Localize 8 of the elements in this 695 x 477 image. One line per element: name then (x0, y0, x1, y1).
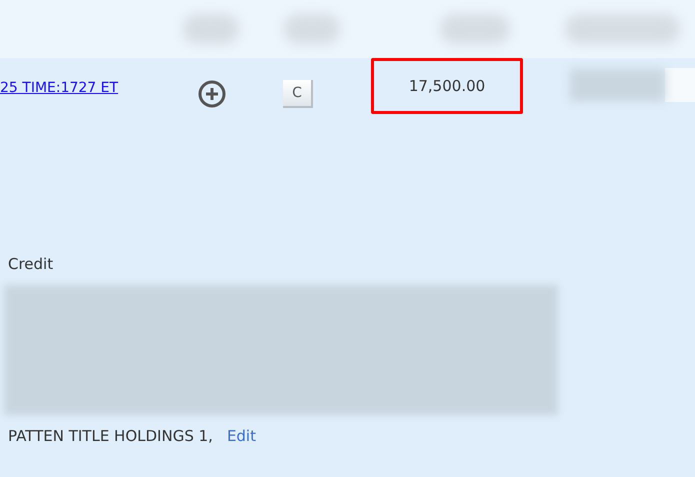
plus-circle-icon[interactable] (197, 79, 227, 109)
holder-name: PATTEN TITLE HOLDINGS 1, (8, 427, 213, 445)
credit-label: Credit (8, 255, 54, 273)
edit-link[interactable]: Edit (226, 427, 256, 445)
cell-background (665, 68, 695, 102)
amount: 17,500.00 (371, 58, 523, 114)
c-key-button[interactable]: C (283, 80, 313, 108)
row-link[interactable]: 25 TIME:1727 ET (0, 80, 185, 96)
